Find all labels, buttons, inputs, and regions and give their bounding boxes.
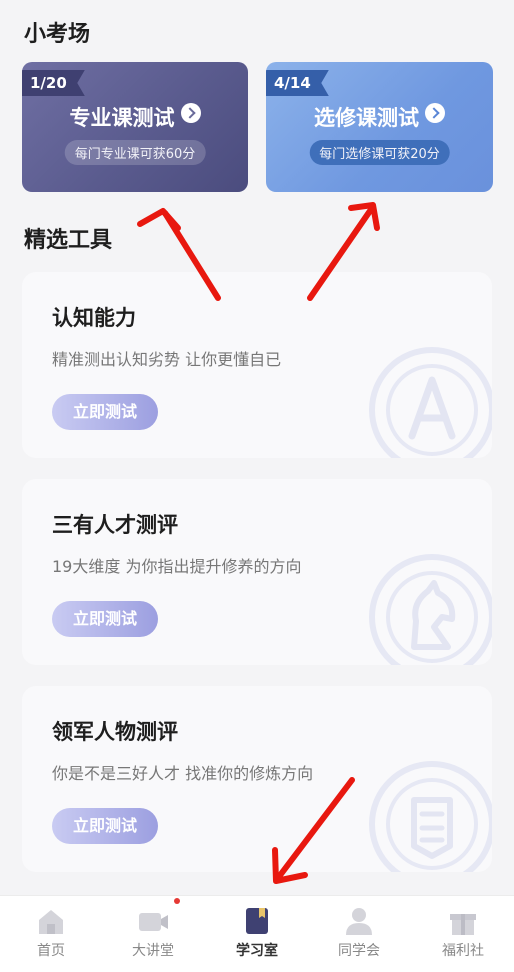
home-icon xyxy=(39,910,63,934)
user-icon xyxy=(346,908,372,935)
horse-chess-icon xyxy=(369,554,492,665)
start-test-button[interactable]: 立即测试 xyxy=(52,601,158,637)
arrow-head xyxy=(348,202,380,231)
card-title: 选修课测试 xyxy=(314,106,419,130)
tools-section-title: 精选工具 xyxy=(24,228,113,253)
progress-badge: 1/20 xyxy=(22,70,85,96)
nav-welfare[interactable]: 福利社 xyxy=(412,906,514,960)
book-icon xyxy=(246,908,268,934)
gift-icon xyxy=(450,914,476,935)
nav-lecture[interactable]: 大讲堂 xyxy=(102,906,204,960)
tool-card-talent[interactable]: 三有人才测评 19大维度 为你指出提升修养的方向 立即测试 xyxy=(22,479,492,665)
tool-card-leader[interactable]: 领军人物测评 你是不是三好人才 找准你的修炼方向 立即测试 xyxy=(22,686,492,872)
shield-badge-icon xyxy=(369,761,492,872)
card-subtitle: 每门选修课可获20分 xyxy=(309,140,450,165)
nav-study-room[interactable]: 学习室 xyxy=(206,906,308,960)
nav-label: 福利社 xyxy=(442,943,484,959)
nav-label: 大讲堂 xyxy=(132,943,174,959)
nav-alumni[interactable]: 同学会 xyxy=(308,906,410,960)
tool-description: 精准测出认知劣势 让你更懂自已 xyxy=(52,350,282,369)
chevron-right-icon xyxy=(425,103,445,123)
tool-description: 19大维度 为你指出提升修养的方向 xyxy=(52,557,302,576)
bottom-nav: 首页 大讲堂 学习室 同学会 福利社 xyxy=(0,895,514,972)
nav-label: 学习室 xyxy=(236,943,278,959)
chevron-right-icon xyxy=(180,103,201,123)
nav-home[interactable]: 首页 xyxy=(0,906,102,960)
notification-dot xyxy=(174,898,180,904)
start-test-button[interactable]: 立即测试 xyxy=(52,394,158,430)
elective-course-test-card[interactable]: 4/14 选修课测试 每门选修课可获20分 xyxy=(266,62,493,192)
tool-name: 领军人物测评 xyxy=(52,720,178,744)
letter-a-badge-icon xyxy=(369,347,492,458)
arrow-head xyxy=(137,208,181,231)
tool-name: 认知能力 xyxy=(52,306,136,330)
tool-name: 三有人才测评 xyxy=(52,513,178,537)
start-test-button[interactable]: 立即测试 xyxy=(52,808,158,844)
video-camera-icon xyxy=(139,913,168,931)
tool-card-cognitive[interactable]: 认知能力 精准测出认知劣势 让你更懂自已 立即测试 xyxy=(22,272,492,458)
tool-description: 你是不是三好人才 找准你的修炼方向 xyxy=(52,764,314,783)
nav-label: 同学会 xyxy=(338,943,380,959)
major-course-test-card[interactable]: 1/20 专业课测试 每门专业课可获60分 xyxy=(22,62,248,192)
progress-badge: 4/14 xyxy=(266,70,329,96)
exam-section-title: 小考场 xyxy=(24,22,91,47)
card-title: 专业课测试 xyxy=(69,106,175,130)
nav-label: 首页 xyxy=(37,943,65,959)
card-subtitle: 每门专业课可获60分 xyxy=(64,140,206,165)
